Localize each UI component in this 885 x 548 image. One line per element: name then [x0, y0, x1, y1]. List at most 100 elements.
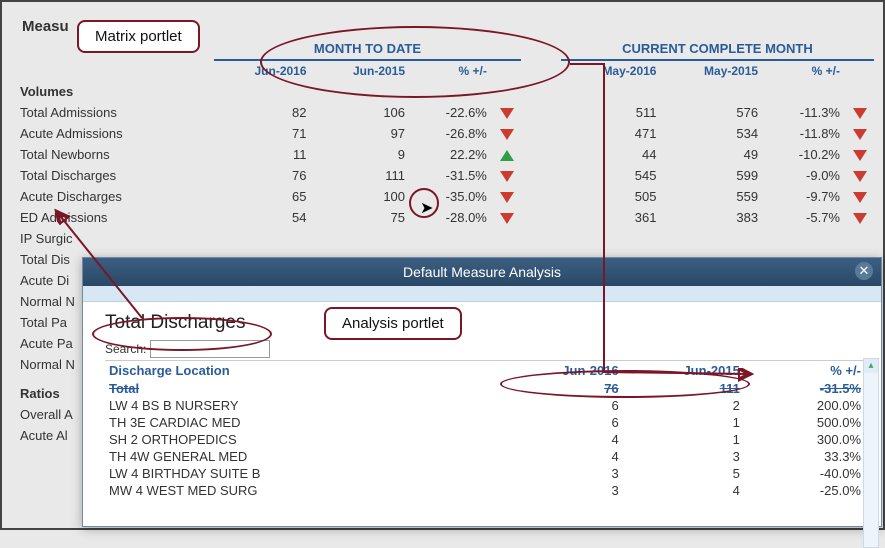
trend-down-icon — [493, 165, 521, 186]
col-ccm-0[interactable]: May-2016 — [561, 60, 663, 81]
ah-1[interactable]: Jun-2016 — [502, 361, 623, 381]
cell-value[interactable]: 534 — [662, 123, 764, 144]
cell-value[interactable]: 11 — [214, 144, 313, 165]
row-label[interactable]: Total Admissions — [14, 102, 214, 123]
cell-value[interactable]: 106 — [313, 102, 412, 123]
value-cell: 4 — [502, 448, 623, 465]
trend-down-icon — [846, 123, 874, 144]
analysis-row[interactable]: LW 4 BIRTHDAY SUITE B35-40.0% — [105, 465, 865, 482]
search-input[interactable] — [150, 340, 270, 358]
cell-value[interactable]: -10.2% — [764, 144, 846, 165]
cell-value[interactable]: 22.2% — [411, 144, 493, 165]
callout-matrix: Matrix portlet — [77, 20, 200, 53]
col-mtd-0[interactable]: Jun-2016 — [214, 60, 313, 81]
location-cell: MW 4 WEST MED SURG — [105, 482, 502, 499]
table-row: Total Discharges76111-31.5% 545599-9.0% — [14, 165, 874, 186]
analysis-dialog: Default Measure Analysis ✕ Total Dischar… — [82, 257, 882, 527]
col-mtd-2[interactable]: % +/- — [411, 60, 493, 81]
row-label[interactable]: IP Surgic — [14, 228, 214, 249]
col-ccm-2[interactable]: % +/- — [764, 60, 846, 81]
analysis-total-row[interactable]: Total76111-31.5% — [105, 380, 865, 397]
cell-value[interactable]: 576 — [662, 102, 764, 123]
cell-value[interactable]: 505 — [561, 186, 663, 207]
value-cell: 76 — [502, 380, 623, 397]
cell-value[interactable]: 111 — [313, 165, 412, 186]
row-label[interactable]: Acute Admissions — [14, 123, 214, 144]
cell-value[interactable]: -35.0% — [411, 186, 493, 207]
search-label: Search: — [105, 342, 146, 356]
analysis-row[interactable]: SH 2 ORTHOPEDICS41300.0% — [105, 431, 865, 448]
analysis-row[interactable]: TH 4W GENERAL MED4333.3% — [105, 448, 865, 465]
ah-0[interactable]: Discharge Location — [105, 361, 502, 381]
trend-down-icon — [846, 165, 874, 186]
trend-down-icon — [493, 123, 521, 144]
scrollbar[interactable]: ▴ — [863, 358, 879, 548]
cell-value[interactable]: 82 — [214, 102, 313, 123]
cell-value[interactable]: -31.5% — [411, 165, 493, 186]
cell-value[interactable]: 54 — [214, 207, 313, 228]
value-cell: 300.0% — [744, 431, 865, 448]
cell-value[interactable]: 44 — [561, 144, 663, 165]
cell-value[interactable]: 71 — [214, 123, 313, 144]
cell-value[interactable]: -5.7% — [764, 207, 846, 228]
value-cell: 3 — [623, 448, 744, 465]
trend-down-icon — [493, 186, 521, 207]
trend-down-icon — [493, 207, 521, 228]
cell-value[interactable]: -28.0% — [411, 207, 493, 228]
analysis-row[interactable]: MW 4 WEST MED SURG34-25.0% — [105, 482, 865, 499]
scroll-up-icon[interactable]: ▴ — [864, 359, 878, 373]
row-label[interactable]: Total Newborns — [14, 144, 214, 165]
cell-value[interactable]: -26.8% — [411, 123, 493, 144]
value-cell: 2 — [623, 397, 744, 414]
dialog-titlebar[interactable]: Default Measure Analysis ✕ — [83, 258, 881, 286]
cell-value[interactable]: -11.8% — [764, 123, 846, 144]
cell-value[interactable]: 97 — [313, 123, 412, 144]
col-mtd-1[interactable]: Jun-2015 — [313, 60, 412, 81]
location-cell: SH 2 ORTHOPEDICS — [105, 431, 502, 448]
location-cell: LW 4 BS B NURSERY — [105, 397, 502, 414]
callout-analysis: Analysis portlet — [324, 307, 462, 340]
table-row: ED Admissions5475-28.0% 361383-5.7% — [14, 207, 874, 228]
group-header-mtd: MONTH TO DATE — [214, 38, 521, 60]
cell-value[interactable]: -9.7% — [764, 186, 846, 207]
cell-value[interactable]: 599 — [662, 165, 764, 186]
cell-value[interactable]: 9 — [313, 144, 412, 165]
analysis-row[interactable]: TH 3E CARDIAC MED61500.0% — [105, 414, 865, 431]
cell-value[interactable]: 49 — [662, 144, 764, 165]
close-icon[interactable]: ✕ — [855, 262, 873, 280]
value-cell: 1 — [623, 414, 744, 431]
cell-value[interactable]: 559 — [662, 186, 764, 207]
location-cell: LW 4 BIRTHDAY SUITE B — [105, 465, 502, 482]
cell-value[interactable]: 75 — [313, 207, 412, 228]
row-label[interactable]: ED Admissions — [14, 207, 214, 228]
trend-down-icon — [846, 144, 874, 165]
cell-value[interactable]: 383 — [662, 207, 764, 228]
location-cell: TH 3E CARDIAC MED — [105, 414, 502, 431]
ah-3[interactable]: % +/- — [744, 361, 865, 381]
cell-value[interactable]: -9.0% — [764, 165, 846, 186]
value-cell: -31.5% — [744, 380, 865, 397]
col-ccm-1[interactable]: May-2015 — [662, 60, 764, 81]
cell-value[interactable]: 76 — [214, 165, 313, 186]
value-cell: 4 — [502, 431, 623, 448]
cell-value[interactable]: 361 — [561, 207, 663, 228]
cell-value[interactable]: 65 — [214, 186, 313, 207]
cell-value[interactable]: 100 — [313, 186, 412, 207]
cell-value[interactable]: -11.3% — [764, 102, 846, 123]
dialog-title-text: Default Measure Analysis — [403, 264, 561, 280]
analysis-row[interactable]: LW 4 BS B NURSERY62200.0% — [105, 397, 865, 414]
cell-value[interactable]: -22.6% — [411, 102, 493, 123]
cell-value[interactable]: 471 — [561, 123, 663, 144]
row-label[interactable]: Acute Discharges — [14, 186, 214, 207]
value-cell: 3 — [502, 465, 623, 482]
value-cell: 111 — [623, 380, 744, 397]
ah-2[interactable]: Jun-2015 — [623, 361, 744, 381]
cell-value[interactable]: 545 — [561, 165, 663, 186]
value-cell: 500.0% — [744, 414, 865, 431]
cell-value[interactable]: 511 — [561, 102, 663, 123]
analysis-table: Discharge Location Jun-2016 Jun-2015 % +… — [105, 360, 865, 499]
row-label[interactable]: Total Discharges — [14, 165, 214, 186]
dialog-toolbar — [83, 286, 881, 302]
location-cell: TH 4W GENERAL MED — [105, 448, 502, 465]
table-row: Total Newborns11922.2% 4449-10.2% — [14, 144, 874, 165]
